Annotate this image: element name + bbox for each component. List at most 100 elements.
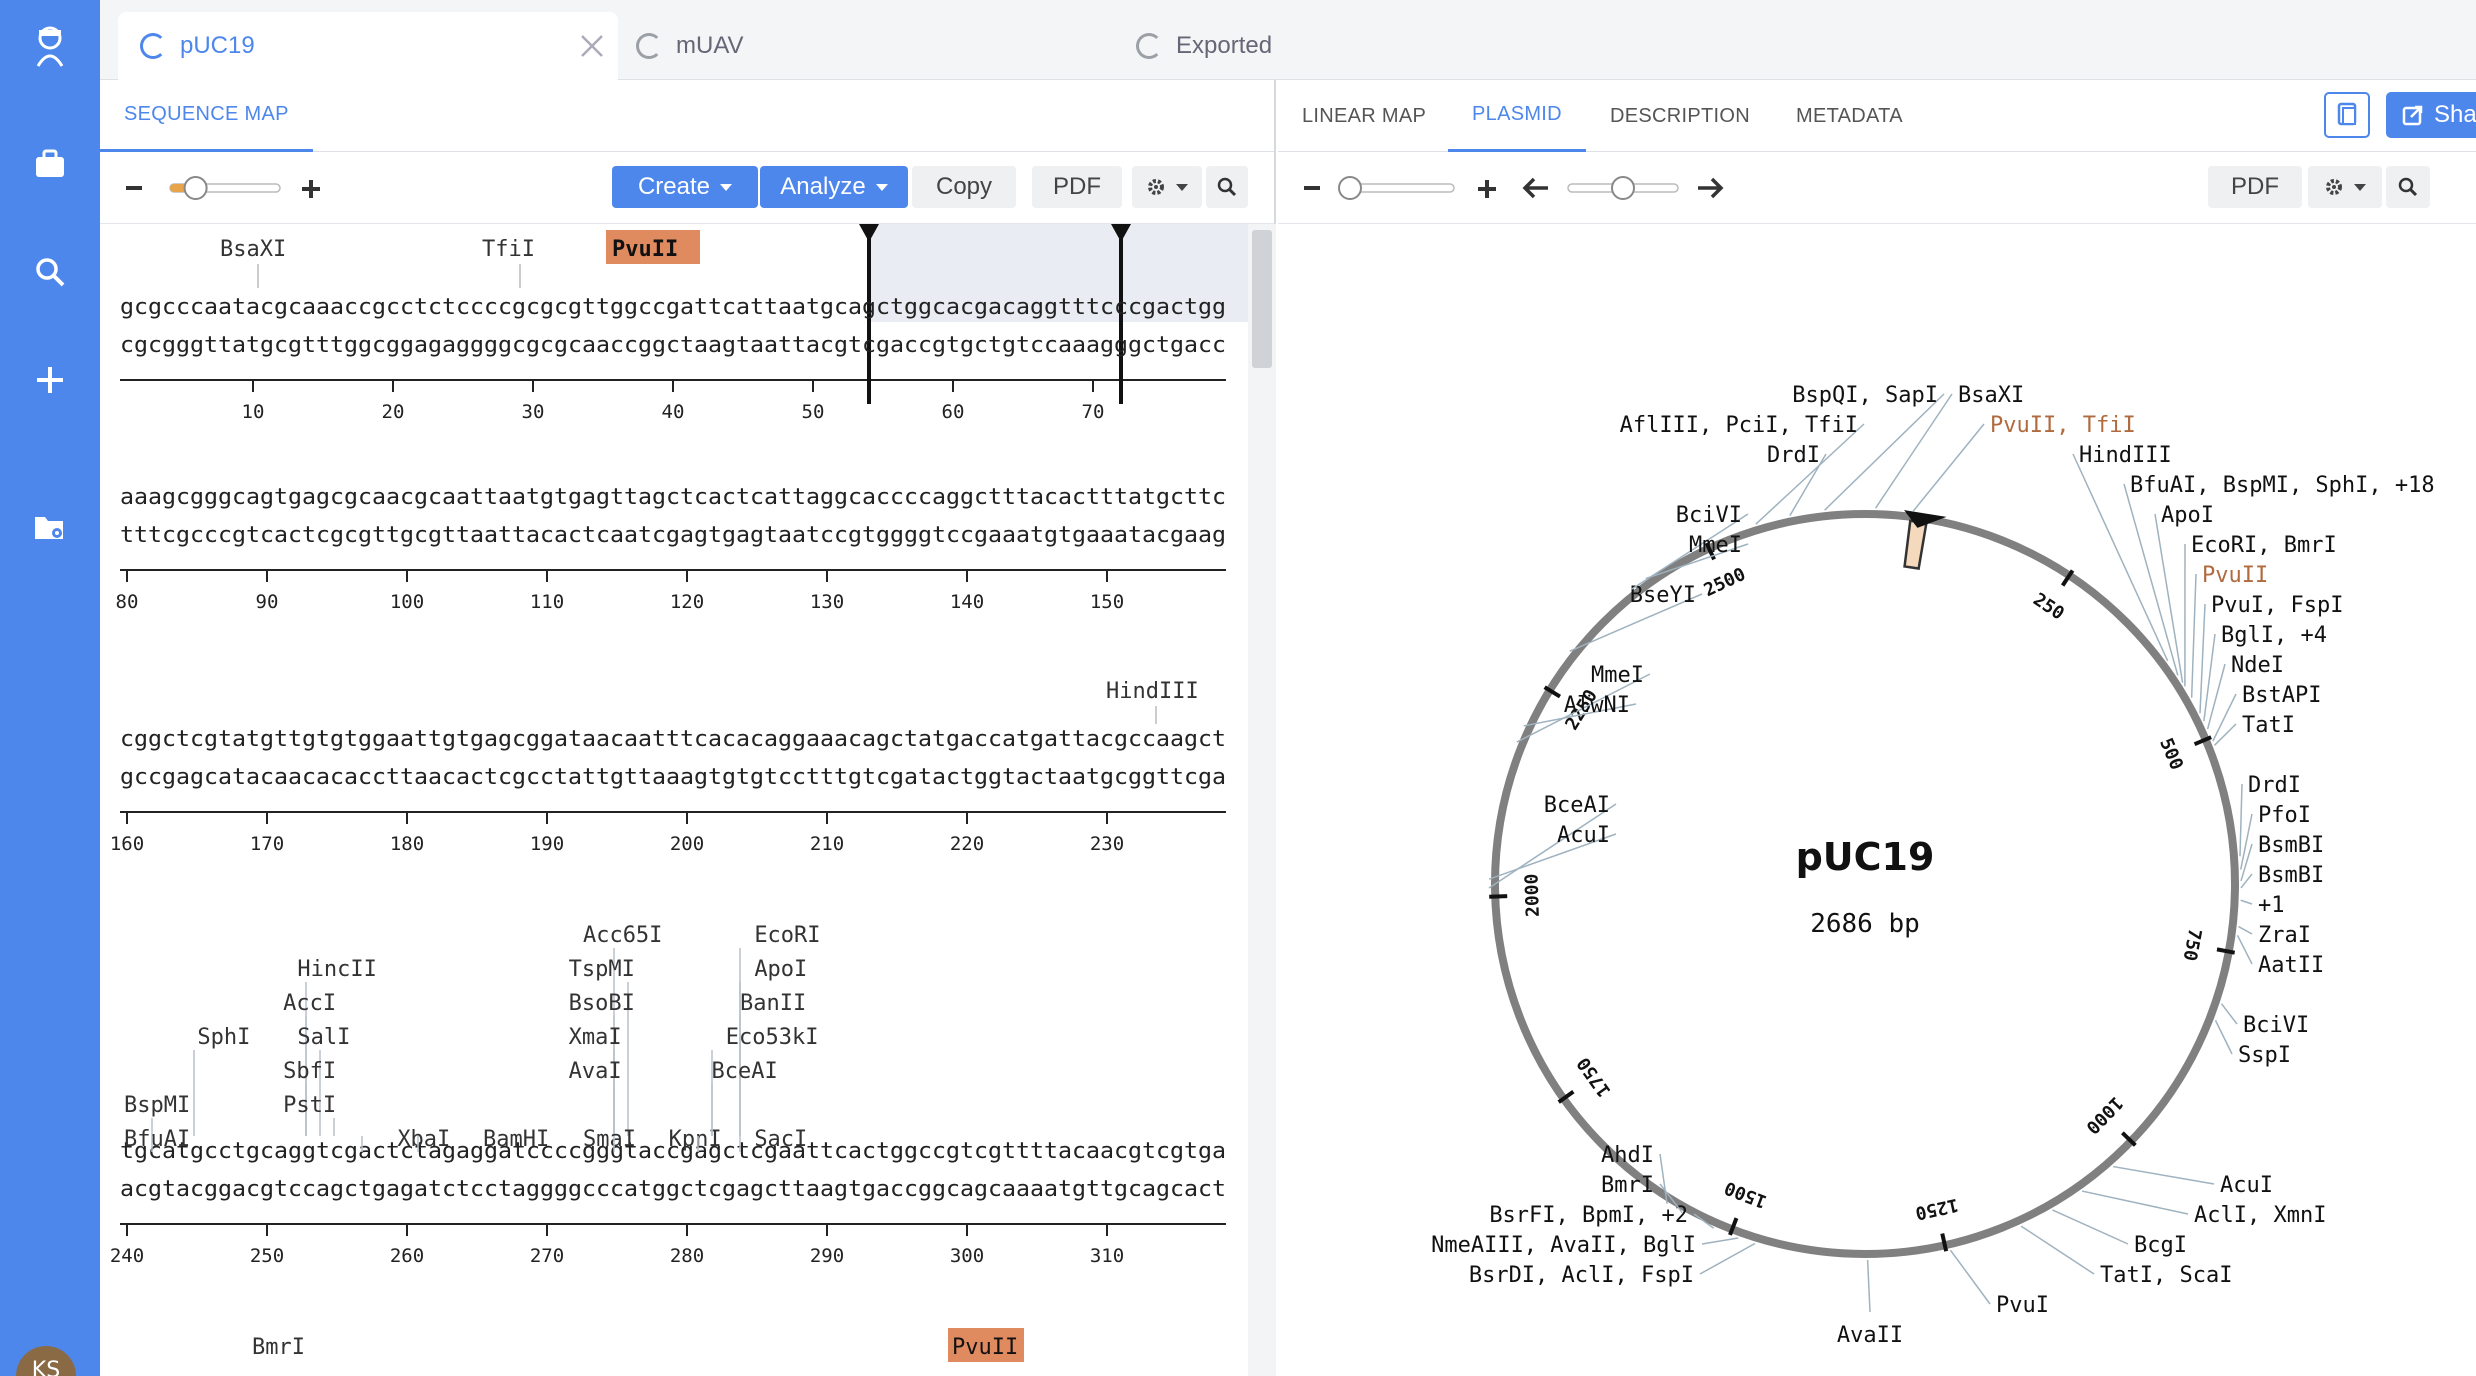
plasmid-enzyme-label[interactable]: PvuI [1996, 1293, 2049, 1318]
enzyme-label[interactable]: BceAI [711, 1059, 777, 1084]
enzyme-label[interactable]: SphI [197, 1025, 250, 1050]
plasmid-enzyme-label[interactable]: AlwNI [1564, 693, 1630, 718]
enzyme-label[interactable]: SacI [754, 1127, 807, 1152]
plasmid-enzyme-label[interactable]: BseYI [1630, 583, 1696, 608]
search-button[interactable] [1206, 166, 1248, 208]
scrollbar-thumb[interactable] [1252, 230, 1272, 368]
plasmid-settings-button[interactable] [2308, 166, 2382, 208]
plasmid-enzyme-label[interactable]: MmeI [1689, 533, 1742, 558]
plasmid-enzyme-label[interactable]: PvuII, TfiI [1990, 413, 2136, 438]
plasmid-enzyme-label[interactable]: BstAPI [2242, 683, 2321, 708]
plasmid-enzyme-label[interactable]: BmrI [1601, 1173, 1654, 1198]
plasmid-enzyme-label[interactable]: PfoI [2258, 803, 2311, 828]
plasmid-enzyme-label[interactable]: BcgI [2134, 1233, 2187, 1258]
enzyme-label[interactable]: BsaXI [220, 237, 286, 262]
zoom-slider[interactable] [162, 170, 288, 206]
avatar[interactable]: KS [16, 1346, 76, 1376]
create-button[interactable]: Create [612, 166, 758, 208]
tab-description[interactable]: DESCRIPTION [1610, 80, 1750, 152]
selected-region[interactable] [1903, 519, 1928, 570]
plasmid-enzyme-label[interactable]: BceAI [1544, 793, 1610, 818]
enzyme-label[interactable]: SbfI [283, 1059, 336, 1084]
sequence-map[interactable]: 10 20 30 40 50 60 70 gcgcccaatacgcaaaccgcctctcc… [100, 224, 1248, 1376]
file-tab-exported[interactable]: Exported [1136, 12, 1272, 80]
sequence-top-strand[interactable]: aaagcgggcagtgagcgcaacgcaattaatgtgagttagc… [120, 485, 1226, 510]
plasmid-enzyme-label[interactable]: AflIII, PciI, TfiI [1620, 413, 1858, 438]
enzyme-label[interactable]: PstI [283, 1093, 336, 1118]
plasmid-enzyme-label[interactable]: BglI, +4 [2221, 623, 2327, 648]
plasmid-enzyme-label[interactable]: NmeAIII, AvaII, BglI [1431, 1233, 1696, 1258]
enzyme-label[interactable]: SalI [297, 1025, 350, 1050]
sequence-scrollbar[interactable] [1248, 224, 1276, 1376]
plasmid-enzyme-label[interactable]: TatI, ScaI [2100, 1263, 2232, 1288]
plasmid-enzyme-label[interactable]: BspQI, SapI [1792, 383, 1938, 408]
plasmid-enzyme-label[interactable]: EcoRI, BmrI [2191, 533, 2337, 558]
plasmid-enzyme-label[interactable]: PvuI, FspI [2211, 593, 2343, 618]
enzyme-label[interactable]: Eco53kI [726, 1025, 819, 1050]
enzyme-label[interactable]: BfuAI [124, 1127, 190, 1152]
enzyme-label[interactable]: BspMI [124, 1093, 190, 1118]
plasmid-enzyme-label[interactable]: BciVI [2243, 1013, 2309, 1038]
plasmid-enzyme-label[interactable]: MmeI [1591, 663, 1644, 688]
enzyme-label[interactable]: Acc65I [583, 923, 662, 948]
plasmid-enzyme-label[interactable]: BsrDI, AclI, FspI [1469, 1263, 1694, 1288]
scientist-logo-icon[interactable] [26, 22, 74, 70]
enzyme-label[interactable]: EcoRI [754, 923, 820, 948]
tab-sequence-map[interactable]: SEQUENCE MAP [100, 80, 313, 152]
plasmid-enzyme-label[interactable]: +1 [2258, 893, 2285, 918]
enzyme-label[interactable]: ApoI [754, 957, 807, 982]
plasmid-enzyme-label[interactable]: AcuI [2220, 1173, 2273, 1198]
enzyme-label[interactable]: HindIII [1106, 679, 1199, 704]
tab-metadata[interactable]: METADATA [1796, 80, 1903, 152]
plasmid-enzyme-label[interactable]: ApoI [2161, 503, 2214, 528]
plasmid-search-button[interactable] [2386, 166, 2430, 208]
file-tab-puc19[interactable]: pUC19 [118, 12, 618, 80]
sequence-bottom-strand[interactable]: cgcgggttatgcgtttggcggagaggggcgcgcaaccggc… [120, 333, 1226, 358]
enzyme-label[interactable]: PvuII [952, 1335, 1018, 1360]
plasmid-pdf-button[interactable]: PDF [2208, 166, 2302, 208]
pdf-button[interactable]: PDF [1032, 166, 1122, 208]
plasmid-map[interactable]: pUC19 2686 bp 250 500 750 1000 1250 1500 1750 200… [1278, 224, 2476, 1376]
plasmid-enzyme-label[interactable]: BsmBI [2258, 863, 2324, 888]
enzyme-label[interactable]: BsoBI [569, 991, 635, 1016]
enzyme-label[interactable]: PvuII [612, 237, 678, 262]
plasmid-enzyme-label[interactable]: AhdI [1601, 1143, 1654, 1168]
slider-knob[interactable] [1338, 176, 1362, 200]
tab-plasmid[interactable]: PLASMID [1448, 80, 1586, 152]
enzyme-label[interactable]: SmaI [583, 1127, 636, 1152]
search-icon[interactable] [26, 248, 74, 296]
plasmid-enzyme-label[interactable]: DrdI [1767, 443, 1820, 468]
enzyme-label[interactable]: TspMI [569, 957, 635, 982]
share-button[interactable]: Sha [2386, 92, 2476, 138]
enzyme-label[interactable]: HincII [297, 957, 376, 982]
tab-linear-map[interactable]: LINEAR MAP [1302, 80, 1426, 152]
sequence-top-strand[interactable]: gcgcccaatacgcaaaccgcctctccccgcgcgttggccg… [120, 295, 1226, 320]
enzyme-label[interactable]: TfiI [482, 237, 535, 262]
plasmid-enzyme-label[interactable]: AclI, XmnI [2194, 1203, 2326, 1228]
zoom-out-icon[interactable] [124, 178, 144, 198]
enzyme-label[interactable]: AccI [283, 991, 336, 1016]
plasmid-enzyme-label[interactable]: BsrFI, BpmI, +2 [1489, 1203, 1688, 1228]
plasmid-enzyme-label[interactable]: AcuI [1557, 823, 1610, 848]
add-icon[interactable] [26, 356, 74, 404]
rotate-left-icon[interactable] [1522, 176, 1550, 200]
enzyme-label[interactable]: BmrI [252, 1335, 305, 1360]
enzyme-label[interactable]: KpnI [669, 1127, 722, 1152]
zoom-out-icon[interactable] [1302, 178, 1322, 198]
plasmid-enzyme-label[interactable]: NdeI [2231, 653, 2284, 678]
file-tab-muav[interactable]: mUAV [636, 12, 744, 80]
slider-knob[interactable] [183, 176, 208, 200]
sequence-top-strand[interactable]: cggctcgtatgttgtgtggaattgtgagcggataacaatt… [120, 727, 1226, 752]
sequence-bottom-strand[interactable]: gccgagcatacaacacaccttaacactcgcctattgttaa… [120, 765, 1226, 790]
plasmid-enzyme-label[interactable]: PvuII [2202, 563, 2268, 588]
plasmid-enzyme-label[interactable]: BciVI [1676, 503, 1742, 528]
plasmid-enzyme-label[interactable]: SspI [2238, 1043, 2291, 1068]
briefcase-icon[interactable] [26, 140, 74, 188]
rotate-right-icon[interactable] [1696, 176, 1724, 200]
plasmid-enzyme-label[interactable]: TatI [2242, 713, 2295, 738]
rotation-slider[interactable] [1560, 170, 1686, 206]
settings-button[interactable] [1132, 166, 1202, 208]
zoom-in-icon[interactable] [1476, 178, 1498, 200]
enzyme-label[interactable]: BanII [740, 991, 806, 1016]
zoom-in-icon[interactable] [300, 178, 322, 200]
